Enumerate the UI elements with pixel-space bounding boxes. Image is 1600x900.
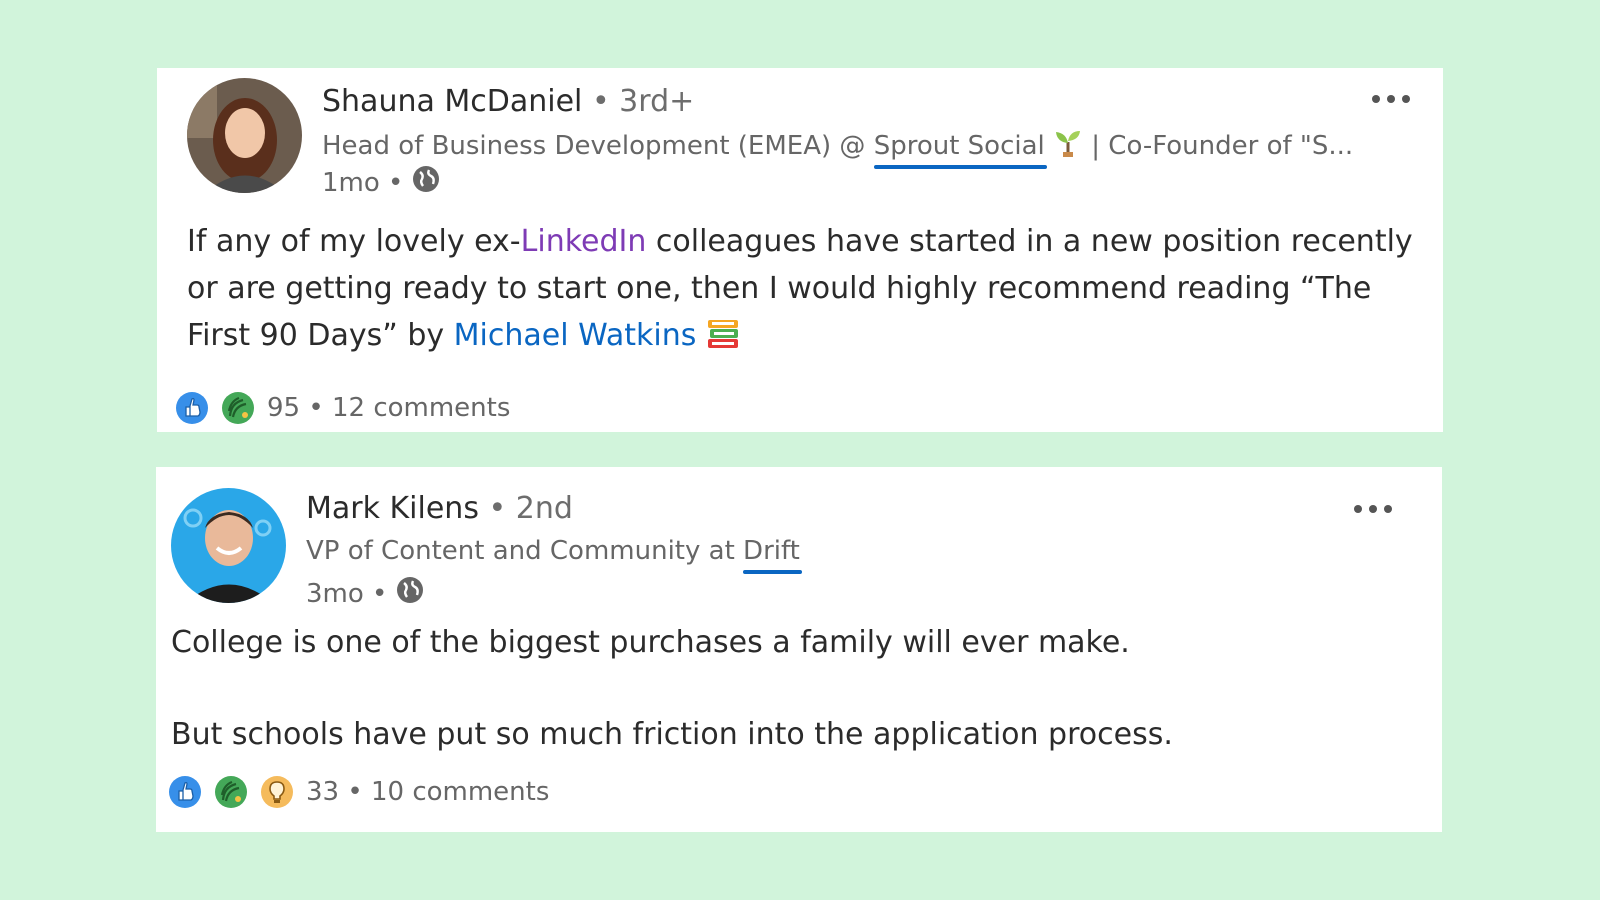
- author-line: Shauna McDaniel • 3rd+: [322, 84, 694, 119]
- post-time: 1mo •: [322, 167, 404, 198]
- author-headline: Head of Business Development (EMEA) @ Sp…: [322, 128, 1354, 169]
- post-body: If any of my lovely ex-LinkedIn colleagu…: [187, 218, 1427, 359]
- celebrate-icon: [214, 775, 248, 809]
- post-paragraph: But schools have put so much friction in…: [171, 717, 1173, 752]
- sprout-icon: [1045, 131, 1083, 161]
- separator: •: [300, 393, 332, 423]
- company-link[interactable]: Sprout Social: [873, 131, 1047, 169]
- social-counts[interactable]: 33 • 10 comments: [168, 775, 549, 809]
- company-mention[interactable]: LinkedIn: [521, 224, 647, 259]
- headline-text: | Co-Founder of "S...: [1083, 131, 1354, 161]
- post-card: Shauna McDaniel • 3rd+ Head of Business …: [157, 68, 1443, 432]
- person-mention[interactable]: Michael Watkins: [454, 318, 697, 353]
- more-options-button[interactable]: [1372, 95, 1410, 103]
- connection-degree: • 3rd+: [591, 84, 695, 119]
- author-avatar[interactable]: [171, 488, 286, 603]
- author-headline: VP of Content and Community at Drift: [306, 536, 802, 574]
- headline-text: Head of Business Development (EMEA) @: [322, 131, 874, 161]
- author-avatar[interactable]: [187, 78, 302, 193]
- post-meta: 1mo •: [322, 164, 441, 201]
- globe-icon: [411, 164, 441, 201]
- comments-count[interactable]: 10 comments: [371, 777, 549, 807]
- globe-icon: [395, 575, 425, 612]
- reaction-count[interactable]: 95: [267, 393, 300, 423]
- author-name[interactable]: Shauna McDaniel: [322, 84, 582, 119]
- author-line: Mark Kilens • 2nd: [306, 491, 573, 526]
- separator: •: [339, 777, 371, 807]
- company-link[interactable]: Drift: [743, 536, 802, 574]
- comments-count[interactable]: 12 comments: [332, 393, 510, 423]
- more-options-button[interactable]: [1354, 505, 1392, 513]
- reaction-count[interactable]: 33: [306, 777, 339, 807]
- post-paragraph: College is one of the biggest purchases …: [171, 625, 1130, 660]
- books-icon: [706, 318, 740, 353]
- connection-degree: • 2nd: [488, 491, 573, 526]
- post-time: 3mo •: [306, 578, 388, 609]
- celebrate-icon: [221, 391, 255, 425]
- like-icon: [175, 391, 209, 425]
- insightful-icon: [260, 775, 294, 809]
- social-counts[interactable]: 95 • 12 comments: [175, 391, 510, 425]
- headline-text: VP of Content and Community at: [306, 536, 744, 566]
- post-meta: 3mo •: [306, 575, 425, 612]
- post-text: If any of my lovely ex-: [187, 224, 521, 259]
- post-card: Mark Kilens • 2nd VP of Content and Comm…: [156, 467, 1442, 832]
- like-icon: [168, 775, 202, 809]
- post-body: College is one of the biggest purchases …: [171, 619, 1411, 758]
- author-name[interactable]: Mark Kilens: [306, 491, 479, 526]
